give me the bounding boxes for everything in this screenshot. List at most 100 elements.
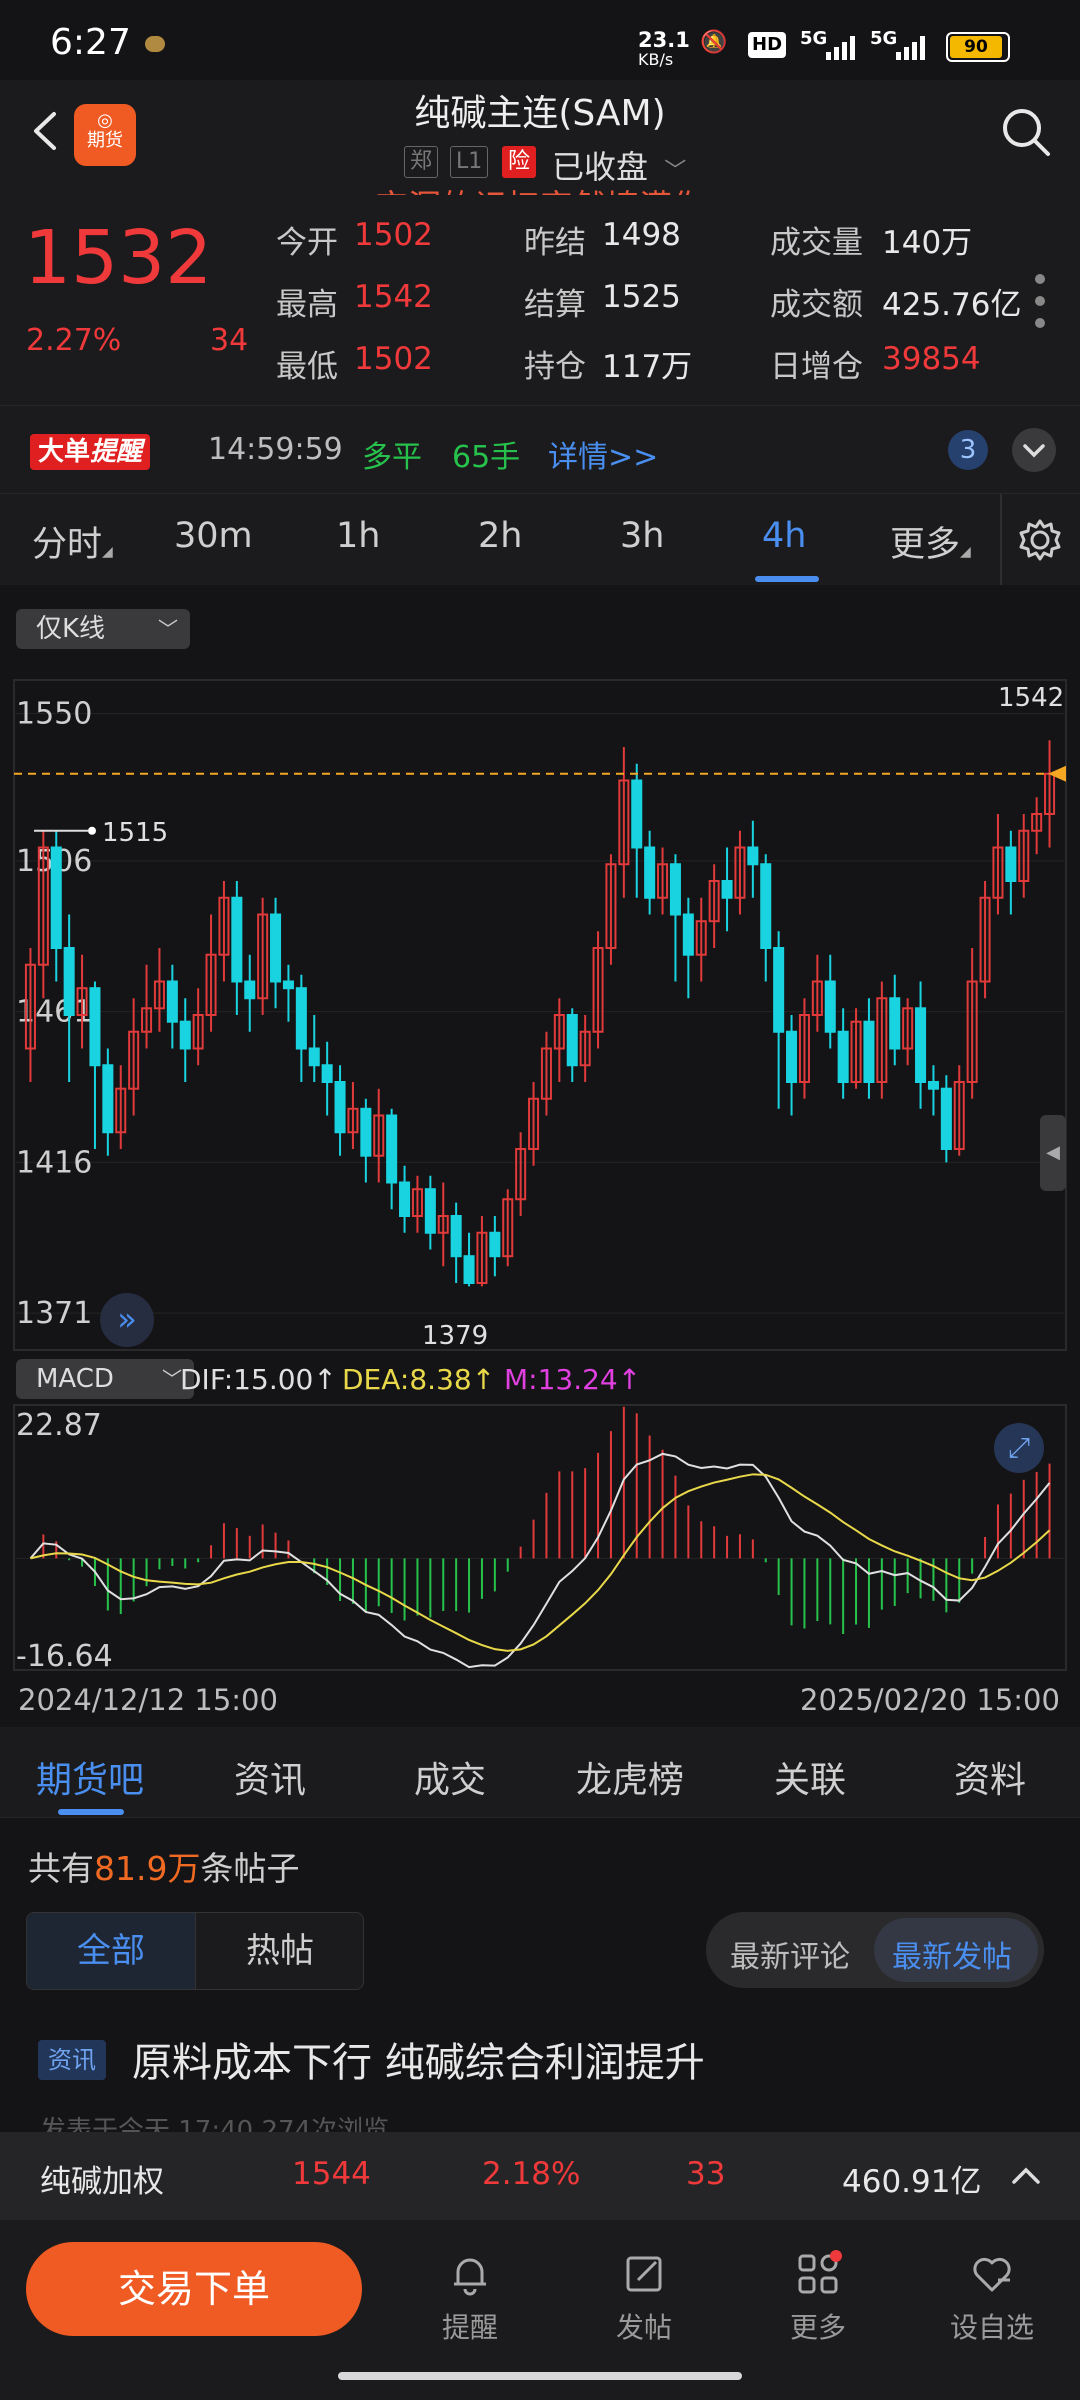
tab-2h[interactable]: 2h	[478, 516, 522, 556]
period-tabs: 分时◢ 30m 1h 2h 3h 4h 更多◢	[0, 493, 1080, 587]
candle-body	[463, 1255, 475, 1285]
price-axis-label: 1461	[16, 995, 92, 1030]
tab-30m[interactable]: 30m	[174, 516, 253, 556]
candle-body	[63, 947, 75, 1016]
nav-more[interactable]: 更多	[758, 2250, 878, 2346]
nav-more-label: 更多	[789, 2311, 846, 2344]
macd-frame	[13, 1404, 1067, 1671]
status-time: 6:27	[50, 22, 131, 63]
fullscreen-button[interactable]: ⤢	[994, 1423, 1044, 1473]
quote-value: 1525	[602, 279, 681, 315]
edit-icon	[626, 2256, 662, 2292]
chevron-up-icon[interactable]	[1008, 2158, 1044, 2198]
candle-body	[863, 1020, 875, 1084]
quote-label: 持仓	[524, 349, 586, 385]
candle-body	[399, 1181, 411, 1217]
post-count: 共有81.9万条帖子	[28, 1842, 299, 1890]
last-price: 1532	[24, 215, 213, 301]
kline-chart[interactable]: 1550150614611416137115421379151522.87-16…	[0, 585, 1080, 1725]
candle-body	[773, 947, 785, 1033]
marker-label: 1515	[102, 818, 168, 848]
candle-body	[760, 863, 772, 949]
nav-watchlist[interactable]: 设自选	[932, 2250, 1052, 2346]
alert-details-link[interactable]: 详情>>	[548, 432, 658, 476]
index-amount: 460.91亿	[842, 2164, 982, 2200]
candle-body	[360, 1107, 372, 1157]
caret-left-icon: ◀	[1046, 1142, 1060, 1163]
nav-watchlist-label: 设自选	[949, 2311, 1034, 2344]
macd-dea: DEA:8.38↑	[342, 1363, 496, 1396]
candle-body	[837, 1030, 849, 1083]
big-order-alert[interactable]: 大单提醒 14:59:59 多平 65手 详情>> 3	[0, 405, 1080, 494]
candle-body	[669, 863, 681, 916]
tab-4h[interactable]: 4h	[762, 516, 806, 556]
grid-icon	[798, 2250, 842, 2294]
alert-expand-button[interactable]	[1012, 428, 1056, 472]
quote-value: 39854	[882, 341, 981, 377]
quote-label: 成交量	[770, 225, 863, 261]
sort-latest-post[interactable]: 最新发帖	[892, 1932, 1012, 1976]
index-name: 纯碱加权	[40, 2164, 164, 2200]
search-button[interactable]	[1000, 106, 1052, 158]
tab-3h[interactable]: 3h	[620, 516, 664, 556]
post-count-suffix: 条帖子	[200, 1849, 300, 1888]
candle-body	[102, 1064, 114, 1134]
tab-related[interactable]: 关联	[730, 1751, 890, 1803]
macd-axis-top: 22.87	[16, 1408, 102, 1443]
content-tabs: 期货吧 资讯 成交 龙虎榜 关联 资料	[0, 1727, 1080, 1818]
alert-count-badge: 3	[948, 430, 988, 470]
candle-body	[644, 846, 656, 899]
tab-futures-bar[interactable]: 期货吧	[10, 1751, 170, 1803]
quote-label: 最高	[276, 287, 338, 323]
exchange-tag: 郑	[404, 146, 439, 178]
quote-label: 今开	[276, 225, 338, 261]
indicator-select[interactable]: MACD ﹀	[16, 1359, 194, 1399]
mute-icon: 🔕	[700, 30, 728, 55]
chart-settings-button[interactable]	[1018, 518, 1062, 566]
chart-area[interactable]: 仅K线 ﹀ 1550150614611416137115421379151522…	[0, 585, 1080, 1725]
candle-body	[915, 1007, 927, 1083]
net-speed-value: 23.1	[638, 28, 690, 52]
risk-tag[interactable]: 险	[502, 146, 537, 178]
trade-order-button[interactable]: 交易下单	[26, 2242, 362, 2336]
macd-dif: DIF:15.00↑	[180, 1363, 337, 1396]
nav-post[interactable]: 发帖	[584, 2250, 704, 2346]
candle-body	[295, 987, 307, 1050]
heart-add-icon	[973, 2257, 1011, 2292]
alert-lots: 65手	[452, 440, 521, 475]
filter-all[interactable]: 全部	[27, 1913, 195, 1989]
end-date: 2025/02/20 15:00	[800, 1683, 1060, 1717]
double-chevron-icon: »	[117, 1300, 137, 1338]
candle-body	[721, 880, 733, 899]
candle-body	[50, 846, 62, 949]
news-title[interactable]: 原料成本下行 纯碱综合利润提升	[132, 2030, 705, 2088]
tab-more[interactable]: 更多◢	[890, 516, 971, 567]
corner-arrow-icon: ◢	[960, 544, 971, 560]
alert-logo-b: 提醒	[90, 437, 143, 467]
candle-body	[244, 980, 256, 1000]
tab-news[interactable]: 资讯	[190, 1751, 350, 1803]
expand-chart-button[interactable]: »	[100, 1293, 154, 1347]
tab-profile[interactable]: 资料	[910, 1751, 1070, 1803]
signal-label-2: 5G	[870, 28, 898, 49]
sort-latest-comment[interactable]: 最新评论	[730, 1932, 850, 1976]
quote-label: 最低	[276, 349, 338, 385]
alert-logo-a: 大单	[38, 437, 91, 467]
last-price-marker	[1048, 765, 1066, 782]
change-value: 34	[210, 323, 249, 358]
tab-rankings[interactable]: 龙虎榜	[550, 1751, 710, 1803]
candle-body	[1005, 846, 1017, 882]
quote-value: 1498	[602, 217, 681, 253]
fullscreen-icon: ⤢	[1007, 1431, 1031, 1464]
tab-1h[interactable]: 1h	[336, 516, 380, 556]
tab-trades[interactable]: 成交	[370, 1751, 530, 1803]
start-date: 2024/12/12 15:00	[18, 1683, 278, 1717]
battery-level: 90	[950, 36, 1002, 58]
more-options-button[interactable]	[1034, 273, 1046, 333]
tab-timeshare[interactable]: 分时◢	[32, 516, 113, 567]
nav-alert[interactable]: 提醒	[410, 2250, 530, 2346]
divider	[1000, 494, 1002, 586]
side-drawer-handle[interactable]: ◀	[1040, 1115, 1066, 1191]
filter-hot[interactable]: 热帖	[195, 1913, 364, 1989]
weighted-index-bar[interactable]: 纯碱加权 1544 2.18% 33 460.91亿	[0, 2132, 1080, 2220]
